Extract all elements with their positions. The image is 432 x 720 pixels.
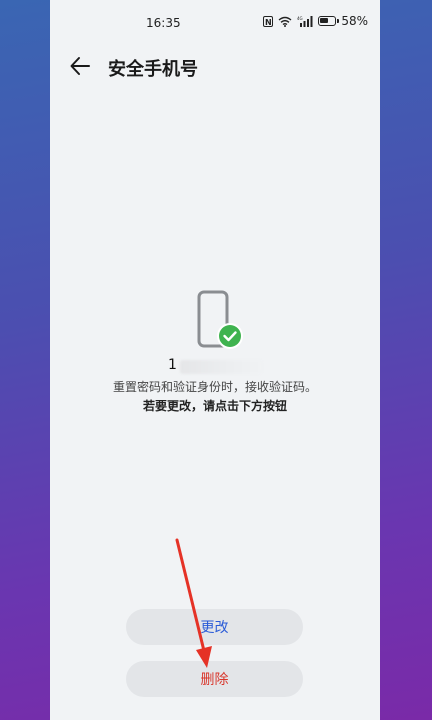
- nfc-icon: N: [263, 15, 274, 27]
- battery-icon: [318, 16, 340, 26]
- change-button[interactable]: 更改: [126, 609, 303, 645]
- svg-text:4G: 4G: [297, 16, 303, 21]
- battery-percent: 58%: [341, 14, 368, 28]
- description-line2: 若要更改，请点击下方按钮: [142, 399, 287, 413]
- app-header: 安全手机号: [50, 48, 380, 84]
- signal-icon: 4G: [297, 15, 313, 27]
- page-title: 安全手机号: [108, 59, 198, 80]
- back-arrow-icon[interactable]: [66, 52, 94, 80]
- phone-screen: 16:35 N 4G 58% 安全手机号 1 重置密码和验证身份时，接收验证码。…: [50, 0, 380, 720]
- phone-verified-icon: [197, 290, 243, 349]
- delete-button[interactable]: 删除: [126, 661, 303, 697]
- phone-number-prefix: 1: [168, 357, 177, 373]
- status-icons: N 4G 58%: [263, 14, 368, 28]
- phone-number-blurred: [180, 360, 262, 374]
- status-time: 16:35: [146, 16, 181, 30]
- description-line1: 重置密码和验证身份时，接收验证码。: [112, 380, 317, 394]
- status-bar: 16:35 N 4G 58%: [50, 0, 380, 46]
- wifi-icon: [278, 16, 292, 27]
